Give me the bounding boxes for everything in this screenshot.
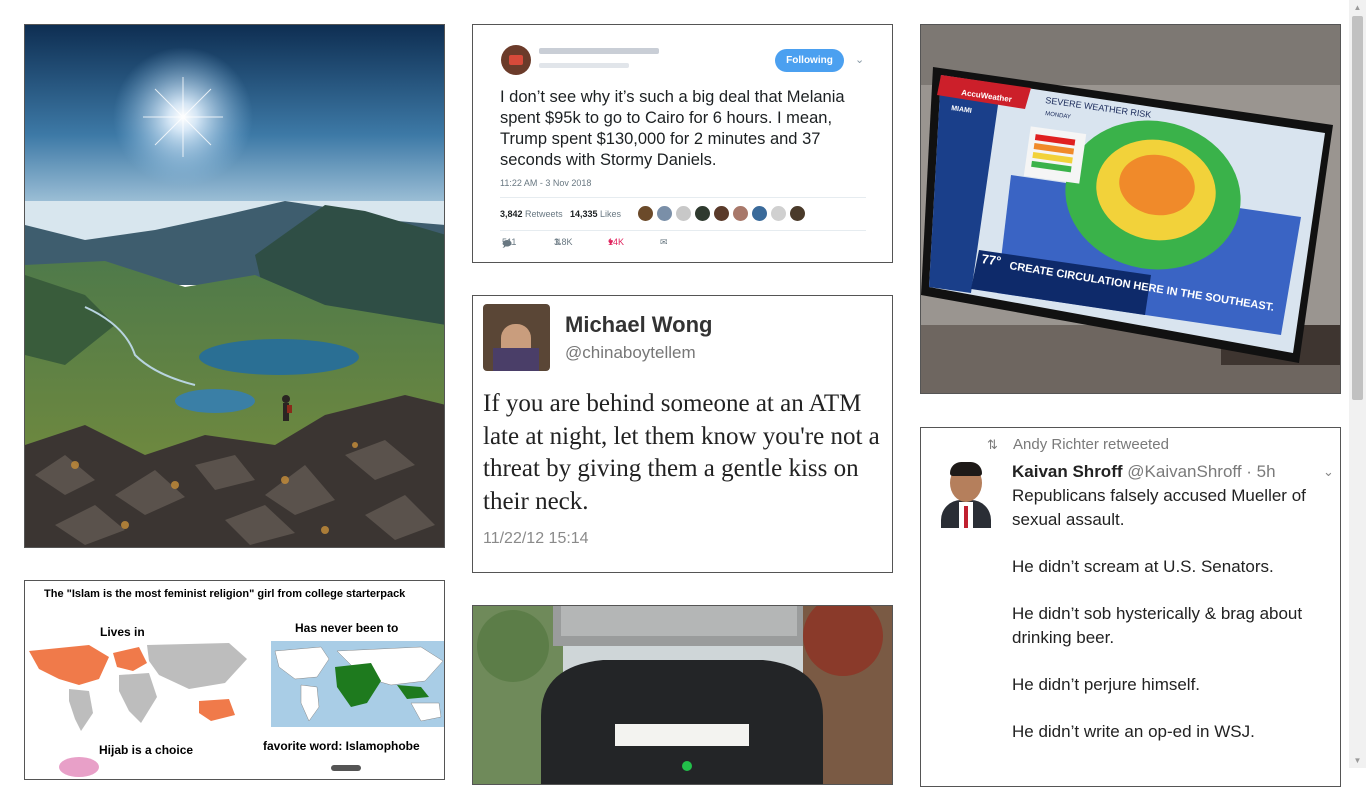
- avatar[interactable]: [752, 206, 767, 221]
- tweet-paragraph: Republicans falsely accused Mueller of s…: [1012, 486, 1306, 529]
- tweet-text: Republicans falsely accused Mueller of s…: [1012, 484, 1332, 767]
- label-never-been: Has never been to: [295, 621, 399, 635]
- tweet-card-melania[interactable]: Following ⌄ I don’t see why it’s such a …: [472, 24, 893, 263]
- avatar[interactable]: [695, 206, 710, 221]
- world-map-lives-in: [29, 643, 247, 731]
- label-favorite-word: favorite word: Islamophobe: [263, 739, 420, 753]
- favorite-word-image: [331, 765, 361, 771]
- retweet-short-count: 3.8K: [554, 237, 573, 247]
- tweet-age[interactable]: · 5h: [1246, 462, 1275, 481]
- chevron-down-icon[interactable]: ⌄: [1323, 464, 1334, 480]
- account-handle-blurred: [539, 63, 629, 68]
- tweet-stats: 3,842 Retweets 14,335 Likes: [500, 197, 866, 231]
- scrollbar-thumb[interactable]: [1352, 16, 1363, 400]
- tweet-paragraph: He didn’t scream at U.S. Senators.: [1012, 557, 1274, 576]
- tweet-paragraph: He didn’t sob hysterically & brag about …: [1012, 604, 1303, 647]
- account-name-blurred: [539, 48, 659, 54]
- chevron-down-icon[interactable]: ⌄: [855, 53, 864, 66]
- weather-temp: 77°: [981, 251, 1003, 269]
- photo-card-mountain[interactable]: [24, 24, 445, 548]
- tweet-paragraph: He didn’t write an op-ed in WSJ.: [1012, 722, 1255, 741]
- user-handle[interactable]: @KaivanShroff: [1127, 462, 1241, 481]
- tweet-header: Kaivan Shroff @KaivanShroff · 5h: [1012, 462, 1276, 482]
- avatar[interactable]: [733, 206, 748, 221]
- following-button[interactable]: Following: [775, 49, 844, 72]
- weather-tv-image: AccuWeather SEVERE WEATHER RISK MONDAY M…: [921, 25, 1340, 393]
- avatar[interactable]: [790, 206, 805, 221]
- like-count: 14,335: [570, 209, 598, 219]
- photo-card-parking-meter[interactable]: [472, 605, 893, 785]
- page-scrollbar[interactable]: ▲ ▼: [1349, 0, 1366, 768]
- avatar[interactable]: [939, 462, 993, 528]
- like-stat[interactable]: 14,335 Likes: [570, 209, 621, 219]
- reply-count: 511: [502, 237, 517, 247]
- photo-card-weather-tv[interactable]: AccuWeather SEVERE WEATHER RISK MONDAY M…: [920, 24, 1341, 394]
- tweet-card-michael-wong[interactable]: Michael Wong @chinaboytellem If you are …: [472, 295, 893, 573]
- tweet-timestamp[interactable]: 11:22 AM - 3 Nov 2018: [500, 178, 591, 188]
- tweet-text: If you are behind someone at an ATM late…: [483, 390, 880, 515]
- user-handle[interactable]: @chinaboytellem: [565, 343, 696, 363]
- label-lives-in: Lives in: [100, 625, 145, 639]
- label-hijab: Hijab is a choice: [99, 743, 194, 757]
- retweet-icon: ⇅: [987, 437, 998, 452]
- tweet-timestamp: 11/22/12 15:14: [483, 530, 589, 547]
- hijab-image: [59, 757, 99, 777]
- retweeted-by[interactable]: Andy Richter retweeted: [1013, 436, 1169, 453]
- scroll-down-icon[interactable]: ▼: [1349, 753, 1366, 768]
- avatar[interactable]: [657, 206, 672, 221]
- avatar[interactable]: [501, 45, 531, 75]
- world-map-never-been: [271, 641, 444, 727]
- like-short-count: 14K: [608, 237, 625, 247]
- avatar[interactable]: [483, 304, 550, 371]
- retweet-label: Retweets: [525, 209, 563, 219]
- tweet-paragraph: He didn’t perjure himself.: [1012, 675, 1201, 694]
- meme-card-starterpack[interactable]: The "Islam is the most feminist religion…: [24, 580, 445, 780]
- avatar[interactable]: [771, 206, 786, 221]
- tweet-actions: 🗩 511 ⇅ 3.8K ♥ 14K ✉: [500, 237, 700, 251]
- avatar[interactable]: [714, 206, 729, 221]
- mountain-landscape-image: [25, 25, 444, 547]
- scroll-up-icon[interactable]: ▲: [1349, 0, 1366, 15]
- avatar[interactable]: [638, 206, 653, 221]
- avatar[interactable]: [676, 206, 691, 221]
- mail-icon[interactable]: ✉: [660, 237, 668, 248]
- tweet-card-kaivan-shroff[interactable]: ⇅ Andy Richter retweeted Kaivan Shroff @…: [920, 427, 1341, 787]
- retweet-count: 3,842: [500, 209, 523, 219]
- tweet-text: I don’t see why it’s such a big deal tha…: [500, 88, 845, 169]
- display-name[interactable]: Kaivan Shroff: [1012, 462, 1123, 481]
- meme-title: The "Islam is the most feminist religion…: [44, 588, 406, 600]
- like-label: Likes: [600, 209, 622, 219]
- retweet-stat[interactable]: 3,842 Retweets: [500, 209, 563, 219]
- liker-avatars: [638, 206, 809, 222]
- parking-meter-image: [473, 606, 892, 784]
- display-name[interactable]: Michael Wong: [565, 312, 713, 338]
